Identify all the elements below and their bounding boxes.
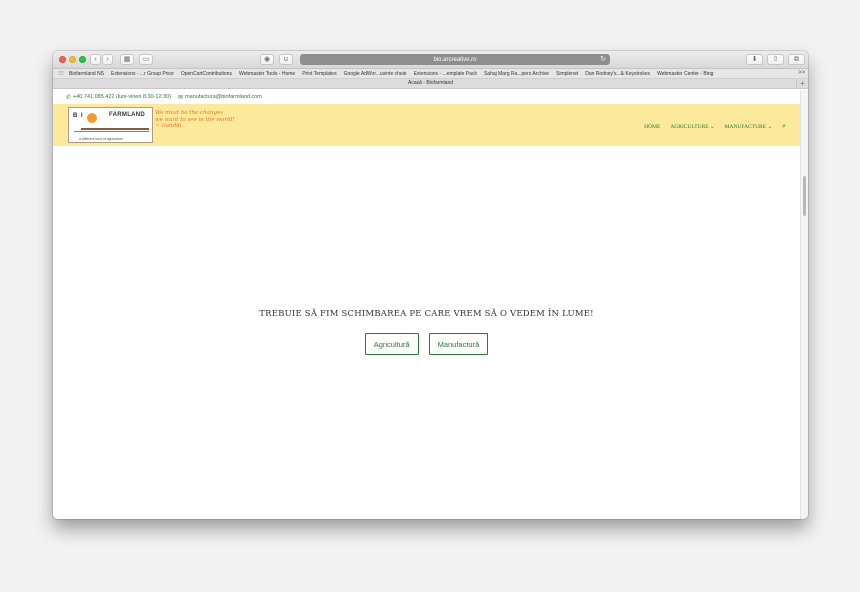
close-window-button[interactable]: [59, 56, 66, 63]
reload-icon[interactable]: ↻: [600, 55, 606, 63]
browser-window: ‹ › ▦ ▭ ◉ u bio.arcreative.ro ↻ ⬇ ⇧ ⧉ ⁝⁝…: [53, 51, 808, 519]
envelope-icon: ✉: [178, 94, 184, 101]
bookmark-item[interactable]: Extensions - ...emplate Pack: [414, 71, 477, 77]
minimize-window-button[interactable]: [69, 56, 76, 63]
active-tab-title[interactable]: Acasă - Biofarmland: [408, 80, 453, 86]
bookmark-item[interactable]: Webmaster Center - Bing: [657, 71, 713, 77]
contact-topbar: ✆ +40.741.085.422 (luni-vineri 8:30-12:3…: [53, 90, 800, 104]
phone-text: +40.741.085.422 (luni-vineri 8:30-12:30): [73, 94, 172, 100]
downloads-button[interactable]: ⬇: [746, 54, 763, 65]
address-bar[interactable]: bio.arcreative.ro ↻: [300, 54, 610, 65]
bookmark-item[interactable]: Dan Rodney's...& Keystrokes: [585, 71, 650, 77]
nav-item-agriculture[interactable]: AGRICULTURE ⌄: [670, 124, 714, 130]
field-line-decoration: [81, 128, 149, 130]
header-quote: We must be the changes we want to see in…: [155, 110, 235, 130]
logo-bi-text: B I: [73, 113, 84, 119]
quote-line: We must be the changes: [155, 110, 224, 116]
camera-icon: ◉: [263, 56, 271, 63]
bookmarks-more-button[interactable]: >>: [798, 70, 805, 76]
email-contact[interactable]: ✉ manufactura@biofarmland.com: [178, 94, 262, 101]
extension-icon: u: [284, 56, 288, 63]
bookmark-item[interactable]: Biofarmland NS: [69, 71, 104, 77]
tabs-icon: ⧉: [794, 56, 799, 63]
sun-icon: [87, 113, 97, 123]
grid-icon: ▦: [123, 56, 131, 63]
extension-button[interactable]: u: [279, 54, 293, 65]
chevron-left-icon: ‹: [94, 56, 97, 63]
hero-buttons: Agricultură Manufactură: [53, 333, 800, 355]
email-text: manufactura@biofarmland.com: [185, 94, 262, 100]
zoom-window-button[interactable]: [79, 56, 86, 63]
download-icon: ⬇: [751, 56, 758, 63]
main-nav: HOME AGRICULTURE ⌄ MANUFACTURE ⌄ ⌕: [634, 122, 786, 131]
site-header: B I FARMLAND a different kind of agricul…: [53, 104, 800, 146]
bookmark-item[interactable]: Sahaj Marg Ra...pers Archive: [484, 71, 549, 77]
web-page: ✆ +40.741.085.422 (luni-vineri 8:30-12:3…: [53, 90, 800, 519]
bookmark-item[interactable]: Print Templates: [302, 71, 336, 77]
tabs-overview-button[interactable]: ⧉: [788, 54, 805, 65]
hero-title: TREBUIE SĂ FIM SCHIMBAREA PE CARE VREM S…: [259, 309, 594, 319]
logo-tagline: a different kind of agriculture: [79, 137, 124, 141]
bookmark-item[interactable]: Webmaster Tools - Home: [239, 71, 295, 77]
back-button[interactable]: ‹: [90, 54, 101, 65]
bookmark-item[interactable]: OpenCartContributions: [181, 71, 232, 77]
nav-item-home[interactable]: HOME: [644, 124, 660, 130]
address-text: bio.arcreative.ro: [433, 56, 477, 63]
agriculture-button[interactable]: Agricultură: [364, 333, 419, 355]
manufacture-button[interactable]: Manufactură: [428, 333, 489, 355]
phone-contact[interactable]: ✆ +40.741.085.422 (luni-vineri 8:30-12:3…: [66, 94, 171, 101]
forward-button[interactable]: ›: [102, 54, 113, 65]
chevron-right-icon: ›: [106, 56, 109, 63]
scrollbar-thumb[interactable]: [803, 176, 806, 216]
logo-farmland-text: FARMLAND: [109, 112, 146, 118]
share-button[interactable]: ⇧: [767, 54, 784, 65]
nav-item-manufacture[interactable]: MANUFACTURE ⌄: [725, 124, 772, 130]
share-icon: ⇧: [772, 56, 779, 63]
page-scrollbar[interactable]: [800, 90, 808, 519]
hero-section: TREBUIE SĂ FIM SCHIMBAREA PE CARE VREM S…: [53, 146, 800, 519]
bookmark-item[interactable]: Google AdWor...uvinte cheie: [344, 71, 407, 77]
bookmark-item[interactable]: Simplenet: [556, 71, 578, 77]
bookmark-item[interactable]: Extensions - ...r Group Price: [111, 71, 174, 77]
grid-icon[interactable]: ⁝⁝⁝: [53, 70, 69, 77]
site-logo[interactable]: B I FARMLAND a different kind of agricul…: [68, 107, 153, 143]
sidebar-icon: ▭: [142, 56, 150, 63]
top-sites-button[interactable]: ▦: [120, 54, 134, 65]
tab-strip: Acasă - Biofarmland +: [53, 79, 808, 89]
browser-toolbar: ‹ › ▦ ▭ ◉ u bio.arcreative.ro ↻ ⬇ ⇧ ⧉: [53, 51, 808, 69]
phone-icon: ✆: [66, 94, 72, 101]
new-tab-button[interactable]: +: [796, 79, 808, 89]
bookmarks-bar: ⁝⁝⁝ Biofarmland NS Extensions - ...r Gro…: [53, 69, 808, 79]
field-line-decoration: [74, 131, 149, 132]
search-icon[interactable]: ⌕: [782, 122, 786, 131]
reader-button[interactable]: ◉: [260, 54, 274, 65]
quote-author: ~ Gandhi: [155, 123, 182, 129]
sidebar-button[interactable]: ▭: [139, 54, 153, 65]
